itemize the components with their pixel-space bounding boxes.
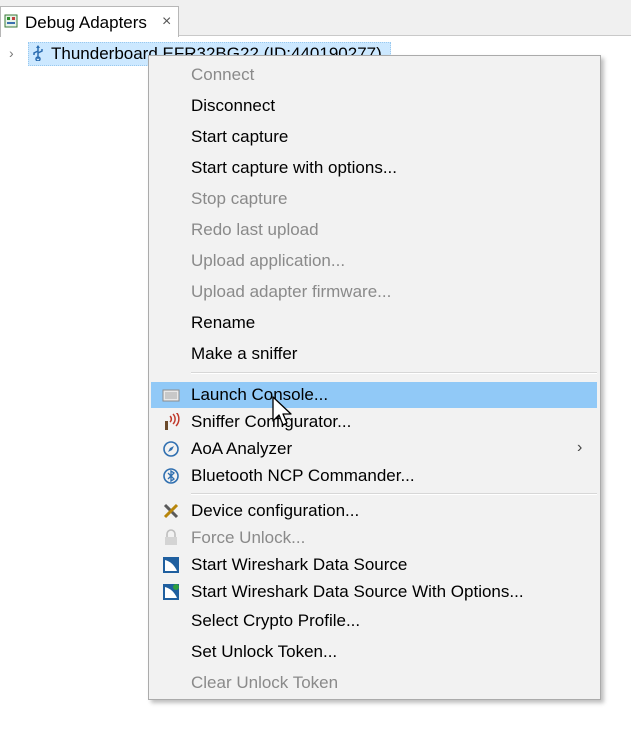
debug-adapters-icon xyxy=(4,14,18,28)
lock-icon xyxy=(162,529,180,547)
wireshark-icon xyxy=(162,556,180,574)
menu-item-upload-application[interactable]: Upload application... xyxy=(149,246,600,277)
menu-item-sniffer-configurator[interactable]: Sniffer Configurator... xyxy=(149,409,600,436)
menu-item-launch-console[interactable]: Launch Console... xyxy=(149,382,600,408)
compass-icon xyxy=(162,440,180,458)
bluetooth-icon xyxy=(162,467,180,485)
menu-item-set-unlock-token[interactable]: Set Unlock Token... xyxy=(149,637,600,668)
wireshark-options-icon xyxy=(162,583,180,601)
menu-item-device-configuration[interactable]: Device configuration... xyxy=(149,498,600,525)
menu-item-start-wireshark[interactable]: Start Wireshark Data Source xyxy=(149,552,600,579)
menu-item-bluetooth-ncp-commander[interactable]: Bluetooth NCP Commander... xyxy=(149,463,600,490)
tab-debug-adapters[interactable]: Debug Adapters × xyxy=(0,6,179,37)
menu-item-start-capture-options[interactable]: Start capture with options... xyxy=(149,153,600,184)
sniffer-icon xyxy=(162,411,180,431)
menu-item-force-unlock[interactable]: Force Unlock... xyxy=(149,525,600,552)
menu-item-start-wireshark-options[interactable]: Start Wireshark Data Source With Options… xyxy=(149,579,600,606)
menu-item-clear-unlock-token[interactable]: Clear Unlock Token xyxy=(149,668,600,699)
view-tab-bar: Debug Adapters × xyxy=(0,0,631,37)
menu-item-upload-adapter-firmware[interactable]: Upload adapter firmware... xyxy=(149,277,600,308)
menu-item-select-crypto-profile[interactable]: Select Crypto Profile... xyxy=(149,606,600,637)
menu-item-stop-capture[interactable]: Stop capture xyxy=(149,184,600,215)
close-icon[interactable]: × xyxy=(162,12,171,32)
context-menu: Connect Disconnect Start capture Start c… xyxy=(148,55,601,700)
menu-separator xyxy=(191,372,597,374)
menu-item-start-capture[interactable]: Start capture xyxy=(149,122,600,153)
expand-chevron-icon[interactable]: › xyxy=(9,45,14,61)
usb-icon xyxy=(31,45,45,62)
menu-item-make-sniffer[interactable]: Make a sniffer xyxy=(149,339,600,370)
tab-title: Debug Adapters xyxy=(25,13,147,32)
tools-icon xyxy=(162,502,180,520)
menu-item-rename[interactable]: Rename xyxy=(149,308,600,339)
menu-item-disconnect[interactable]: Disconnect xyxy=(149,91,600,122)
menu-item-redo-last-upload[interactable]: Redo last upload xyxy=(149,215,600,246)
menu-item-connect[interactable]: Connect xyxy=(149,60,600,91)
menu-item-aoa-analyzer[interactable]: AoA Analyzer › xyxy=(149,436,600,463)
menu-separator xyxy=(191,493,597,495)
console-icon xyxy=(162,386,180,404)
submenu-arrow-icon: › xyxy=(577,439,583,456)
